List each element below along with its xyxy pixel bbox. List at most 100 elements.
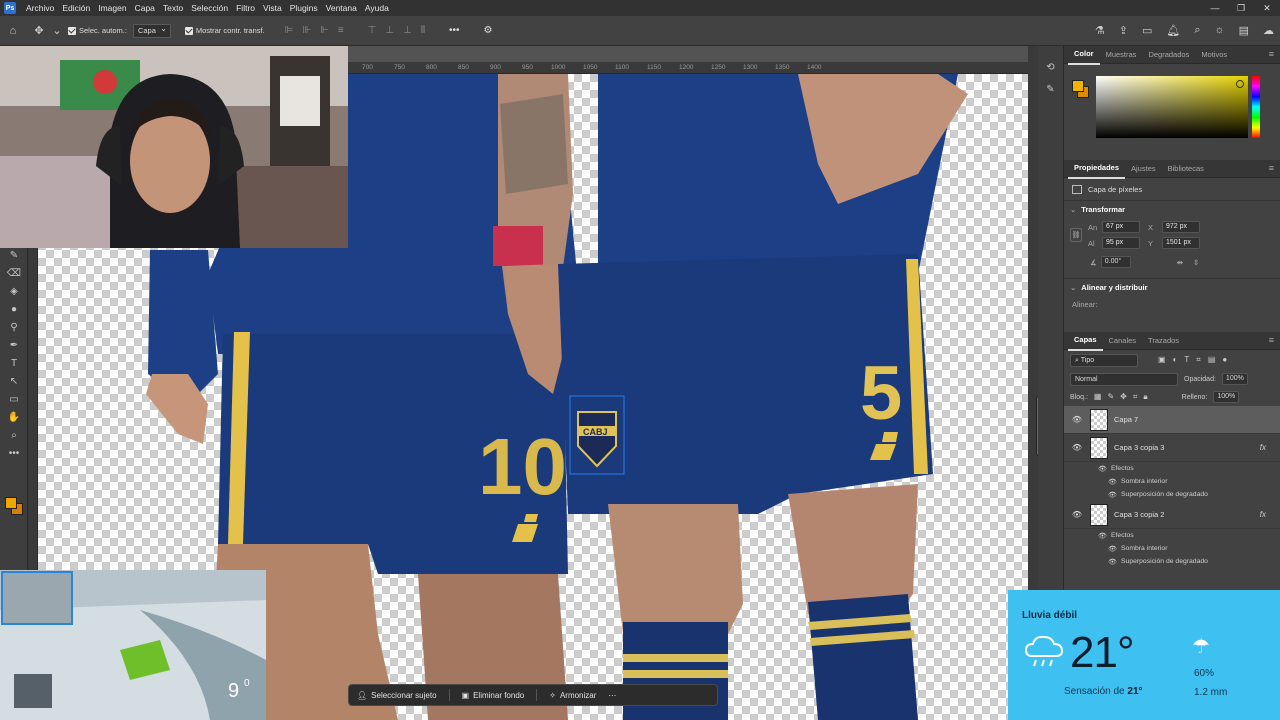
comments-icon[interactable]: ▭ <box>1142 24 1152 37</box>
filter-smart-icon[interactable]: ▤ <box>1208 355 1216 365</box>
more-options-icon[interactable]: ⋯ <box>608 691 616 700</box>
hue-slider[interactable] <box>1252 76 1260 138</box>
brush-tool-icon[interactable]: ✎ <box>0 246 28 264</box>
gear-icon[interactable]: ⚙ <box>484 25 493 36</box>
height-input[interactable]: 95 px <box>1102 237 1140 249</box>
dodge-tool-icon[interactable]: ⚲ <box>0 318 28 336</box>
tab-layers[interactable]: Capas <box>1068 331 1103 351</box>
weather-widget[interactable]: Lluvia débil 21° Sensación de 21° ☂ 60% … <box>1008 590 1280 720</box>
panel-menu-icon[interactable]: ≡ <box>1269 49 1274 59</box>
effect-row[interactable]: 👁︎ Superposición de degradado <box>1064 488 1280 501</box>
type-tool-icon[interactable]: T <box>0 354 28 372</box>
menu-capa[interactable]: Capa <box>131 0 159 16</box>
visibility-eye-icon[interactable]: 👁︎ <box>1098 532 1108 540</box>
search-icon[interactable]: ⌕ <box>1194 24 1200 37</box>
visibility-eye-icon[interactable]: 👁︎ <box>1108 478 1118 486</box>
menu-archivo[interactable]: Archivo <box>22 0 58 16</box>
visibility-eye-icon[interactable]: 👁︎ <box>1070 415 1084 424</box>
link-proportions-icon[interactable]: ⛓ <box>1070 228 1082 242</box>
color-picker-field[interactable] <box>1096 76 1248 138</box>
panel-menu-icon[interactable]: ≡ <box>1269 335 1274 345</box>
rectangle-tool-icon[interactable]: ▭ <box>0 390 28 408</box>
home-icon[interactable]: ⌂ <box>5 23 21 39</box>
menu-ayuda[interactable]: Ayuda <box>361 0 393 16</box>
paint-bucket-tool-icon[interactable]: ◈ <box>0 282 28 300</box>
flip-horizontal-icon[interactable]: ⇹ <box>1177 258 1183 267</box>
tab-properties[interactable]: Propiedades <box>1068 159 1126 179</box>
effect-row[interactable]: 👁︎ Superposición de degradado <box>1064 555 1280 568</box>
lock-artboard-icon[interactable]: ⌗ <box>1133 392 1138 402</box>
visibility-eye-icon[interactable]: 👁︎ <box>1108 545 1118 553</box>
distribute-v-icon[interactable]: ⫴ <box>421 25 425 36</box>
flip-vertical-icon[interactable]: ⇳ <box>1193 258 1199 267</box>
menu-ventana[interactable]: Ventana <box>322 0 361 16</box>
close-icon[interactable]: ✕ <box>1254 0 1280 16</box>
x-input[interactable]: 972 px <box>1162 221 1200 233</box>
select-subject-button[interactable]: 👤︎ Seleccionar sujeto <box>357 691 437 700</box>
effect-row[interactable]: 👁︎ Sombra interior <box>1064 475 1280 488</box>
menu-seleccion[interactable]: Selección <box>187 0 232 16</box>
visibility-eye-icon[interactable]: 👁︎ <box>1070 510 1084 519</box>
auto-select-checkbox[interactable]: Selec. autom.: <box>68 26 127 35</box>
layer-row[interactable]: 👁︎ Capa 3 copia 3 fx <box>1064 434 1280 462</box>
more-tools-icon[interactable]: ••• <box>0 444 28 462</box>
auto-select-target-select[interactable]: Capa <box>132 23 171 38</box>
remove-background-button[interactable]: ▣ Eliminar fondo <box>462 691 525 700</box>
fill-input[interactable]: 100% <box>1213 391 1240 403</box>
transform-section-header[interactable]: ⌄ Transformar <box>1064 200 1280 218</box>
lightbulb-icon[interactable]: ☼ <box>1215 24 1225 37</box>
zoom-tool-icon[interactable]: ⌕ <box>0 426 28 444</box>
effects-header[interactable]: 👁︎ Efectos <box>1064 529 1280 542</box>
tab-patterns[interactable]: Motivos <box>1195 46 1233 64</box>
harmonize-button[interactable]: ✧ Armonizar <box>549 691 596 700</box>
restore-icon[interactable]: ❐ <box>1228 0 1254 16</box>
chevron-down-icon[interactable]: ⌄ <box>52 23 61 39</box>
path-select-tool-icon[interactable]: ↖ <box>0 372 28 390</box>
menu-imagen[interactable]: Imagen <box>94 0 130 16</box>
fx-icon[interactable]: fx <box>1260 443 1266 452</box>
workspace-icon[interactable]: ▤ <box>1239 24 1249 37</box>
foreground-color-swatch[interactable] <box>5 497 17 509</box>
tab-adjustments[interactable]: Ajustes <box>1125 160 1162 178</box>
layer-row[interactable]: 👁︎ Capa 3 copia 2 fx <box>1064 501 1280 529</box>
flask-icon[interactable]: ⚗ <box>1095 24 1105 37</box>
visibility-eye-icon[interactable]: 👁︎ <box>1108 558 1118 566</box>
hand-tool-icon[interactable]: ✋ <box>0 408 28 426</box>
tab-gradients[interactable]: Degradados <box>1142 46 1195 64</box>
share-icon[interactable]: ⇪ <box>1119 24 1128 37</box>
filter-type-icon[interactable]: T <box>1184 355 1189 365</box>
align-section-header[interactable]: ⌄ Alinear y distribuir <box>1064 278 1280 296</box>
lock-brush-icon[interactable]: ✎ <box>1107 392 1114 402</box>
pen-tool-icon[interactable]: ✒ <box>0 336 28 354</box>
align-center-h-icon[interactable]: ⊪ <box>302 25 311 36</box>
filter-pixel-icon[interactable]: ▣ <box>1158 355 1166 365</box>
tab-color[interactable]: Color <box>1068 45 1100 65</box>
visibility-eye-icon[interactable]: 👁︎ <box>1070 443 1084 452</box>
opacity-input[interactable]: 100% <box>1221 373 1248 385</box>
brush-presets-icon[interactable]: ✎ <box>1038 78 1063 100</box>
align-top-icon[interactable]: ⊤ <box>368 25 377 36</box>
align-middle-v-icon[interactable]: ⊥ <box>385 25 394 36</box>
minimize-icon[interactable]: — <box>1202 0 1228 16</box>
tab-swatches[interactable]: Muestras <box>1100 46 1143 64</box>
filter-shape-icon[interactable]: ⌗ <box>1196 355 1201 365</box>
photoshop-logo-icon[interactable]: Ps <box>4 2 16 14</box>
foreground-color-chip[interactable] <box>1072 80 1084 92</box>
tab-libraries[interactable]: Bibliotecas <box>1162 160 1210 178</box>
tab-paths[interactable]: Trazados <box>1142 332 1185 350</box>
angle-input[interactable]: 0.00° <box>1100 256 1131 268</box>
align-right-icon[interactable]: ⊩ <box>320 25 329 36</box>
filter-toggle-icon[interactable]: ● <box>1222 355 1227 365</box>
show-transform-checkbox[interactable]: Mostrar contr. transf. <box>184 26 265 35</box>
bell-icon[interactable]: 🔔︎ <box>1166 24 1180 37</box>
width-input[interactable]: 67 px <box>1102 221 1140 233</box>
effect-row[interactable]: 👁︎ Sombra interior <box>1064 542 1280 555</box>
layer-row[interactable]: 👁︎ Capa 7 <box>1064 406 1280 434</box>
menu-texto[interactable]: Texto <box>159 0 187 16</box>
move-tool-icon[interactable]: ✥ <box>31 23 47 39</box>
align-bottom-icon[interactable]: ⊥ <box>403 25 412 36</box>
history-icon[interactable]: ⟲ <box>1038 56 1063 78</box>
blur-tool-icon[interactable]: ● <box>0 300 28 318</box>
visibility-eye-icon[interactable]: 👁︎ <box>1108 491 1118 499</box>
more-options-icon[interactable]: ••• <box>449 25 460 36</box>
